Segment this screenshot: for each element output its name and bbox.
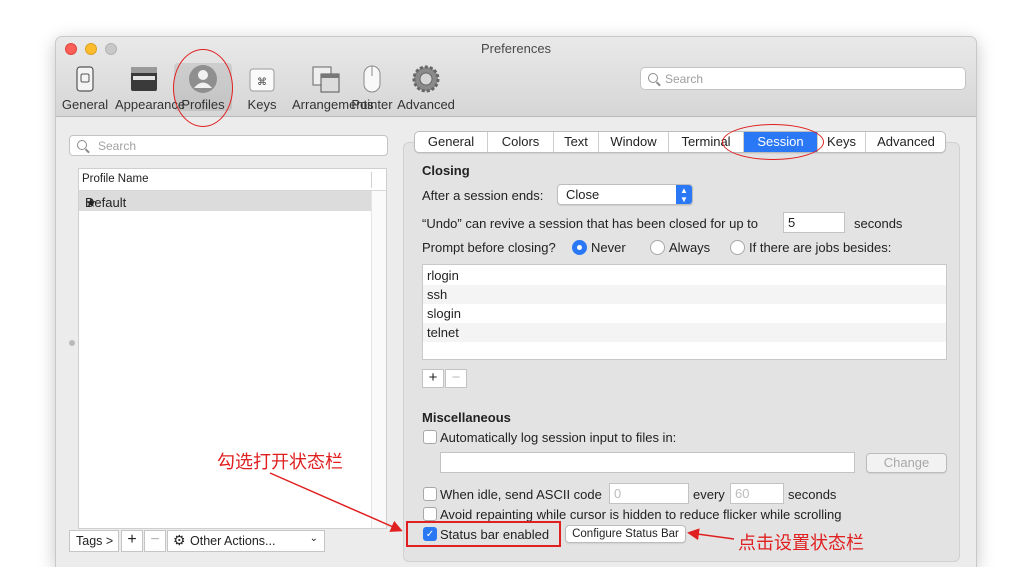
annotation-arrows <box>269 472 735 541</box>
